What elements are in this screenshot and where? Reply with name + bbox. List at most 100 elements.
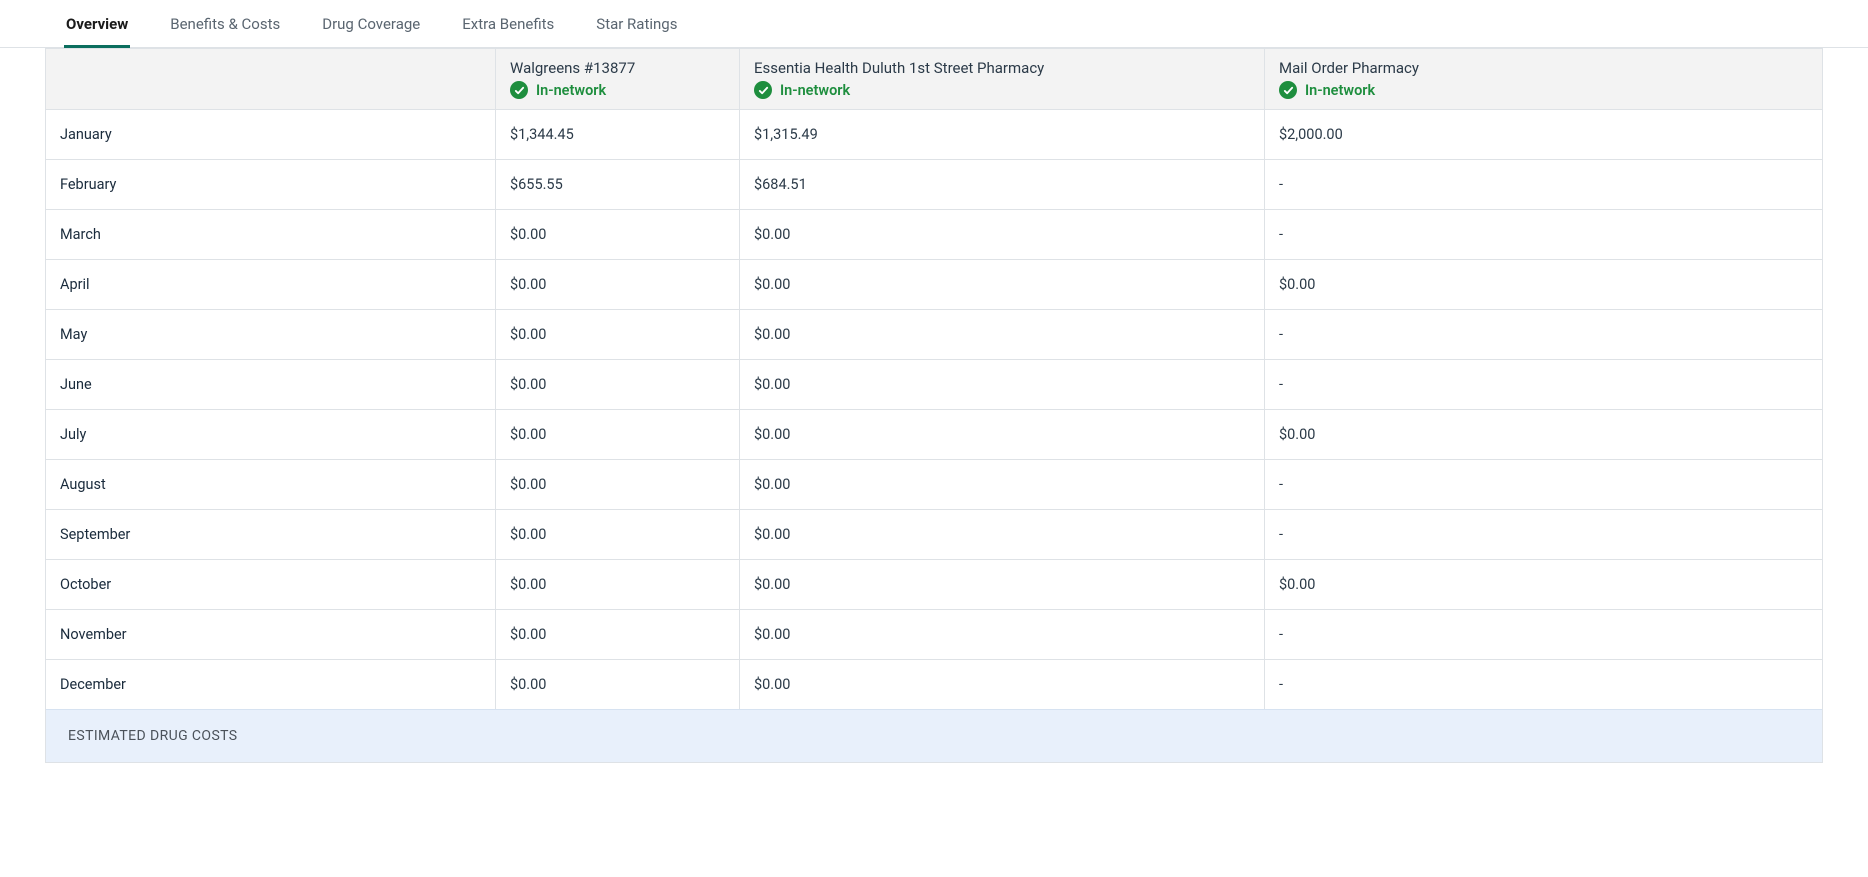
month-cell: September — [46, 510, 496, 559]
cost-value: $0.00 — [754, 676, 790, 693]
cost-cell: $0.00 — [740, 610, 1265, 659]
cost-cell: $0.00 — [740, 460, 1265, 509]
cost-cell: $0.00 — [496, 210, 740, 259]
cost-value: $0.00 — [754, 576, 790, 593]
month-cell: June — [46, 360, 496, 409]
pharmacy-name: Walgreens #13877 — [510, 59, 635, 77]
cost-value: $0.00 — [510, 676, 546, 693]
table-row: November $0.00 $0.00 - — [46, 609, 1822, 659]
cost-value: $0.00 — [510, 476, 546, 493]
cost-table: Walgreens #13877 In-network Essentia Hea… — [45, 48, 1823, 763]
cost-value: - — [1279, 226, 1283, 243]
month-label: January — [60, 126, 112, 143]
month-label: August — [60, 476, 106, 493]
cost-value: $1,344.45 — [510, 126, 574, 143]
cost-cell: $0.00 — [740, 410, 1265, 459]
tab-extra-benefits[interactable]: Extra Benefits — [460, 0, 556, 47]
cost-value: $0.00 — [754, 626, 790, 643]
tab-label: Drug Coverage — [322, 15, 420, 33]
pharmacy-name: Mail Order Pharmacy — [1279, 59, 1419, 77]
month-cell: August — [46, 460, 496, 509]
header-pharmacy-2: Essentia Health Duluth 1st Street Pharma… — [740, 49, 1265, 109]
tab-overview[interactable]: Overview — [64, 0, 130, 47]
cost-cell: $0.00 — [740, 260, 1265, 309]
month-cell: January — [46, 110, 496, 159]
cost-cell: - — [1265, 360, 1822, 409]
tab-label: Extra Benefits — [462, 15, 554, 33]
cost-value: $0.00 — [510, 526, 546, 543]
cost-value: - — [1279, 476, 1283, 493]
month-label: September — [60, 526, 130, 543]
cost-cell: $0.00 — [740, 360, 1265, 409]
cost-cell: $2,000.00 — [1265, 110, 1822, 159]
table-row: August$0.00$0.00- — [46, 459, 1822, 509]
tab-benefits-costs[interactable]: Benefits & Costs — [168, 0, 282, 47]
cost-value: $0.00 — [1279, 276, 1315, 293]
month-cell: October — [46, 560, 496, 609]
network-status: In-network — [780, 82, 850, 99]
header-pharmacy-1: Walgreens #13877 In-network — [496, 49, 740, 109]
cost-cell: $1,344.45 — [496, 110, 740, 159]
cost-value: $2,000.00 — [1279, 126, 1343, 143]
month-cell: July — [46, 410, 496, 459]
cost-cell: $655.55 — [496, 160, 740, 209]
cost-cell: $0.00 — [496, 460, 740, 509]
cost-cell: - — [1265, 160, 1822, 209]
cost-cell: $0.00 — [740, 310, 1265, 359]
cost-cell: - — [1265, 460, 1822, 509]
cost-cell: $0.00 — [496, 260, 740, 309]
cost-value: $0.00 — [510, 376, 546, 393]
cost-cell: $0.00 — [496, 610, 740, 659]
tabs-bar: Overview Benefits & Costs Drug Coverage Ext… — [0, 0, 1868, 48]
cost-value: $0.00 — [754, 326, 790, 343]
cost-cell: $1,315.49 — [740, 110, 1265, 159]
cost-value: $0.00 — [754, 276, 790, 293]
network-status: In-network — [1305, 82, 1375, 99]
month-label: October — [60, 576, 111, 593]
table-header-row: Walgreens #13877 In-network Essentia Hea… — [46, 48, 1822, 109]
tab-star-ratings[interactable]: Star Ratings — [594, 0, 679, 47]
header-pharmacy-3: Mail Order Pharmacy In-network — [1265, 49, 1822, 109]
cost-cell: $0.00 — [496, 310, 740, 359]
month-cell: November — [46, 610, 496, 659]
cost-value: $0.00 — [510, 276, 546, 293]
cost-value: $0.00 — [510, 426, 546, 443]
table-row: February$655.55$684.51- — [46, 159, 1822, 209]
pharmacy-name: Essentia Health Duluth 1st Street Pharma… — [754, 59, 1044, 77]
cost-value: $1,315.49 — [754, 126, 818, 143]
cost-value: $0.00 — [754, 376, 790, 393]
tab-drug-coverage[interactable]: Drug Coverage — [320, 0, 422, 47]
cost-value: - — [1279, 626, 1283, 643]
table-row: March$0.00$0.00- — [46, 209, 1822, 259]
month-label: December — [60, 676, 126, 693]
cost-value: $0.00 — [510, 326, 546, 343]
cost-cell: $684.51 — [740, 160, 1265, 209]
section-header-label: ESTIMATED DRUG COSTS — [68, 728, 238, 744]
month-label: April — [60, 276, 90, 293]
check-circle-icon — [1279, 81, 1297, 99]
month-label: May — [60, 326, 87, 343]
table-row: July $0.00 $0.00 $0.00 — [46, 409, 1822, 459]
check-circle-icon — [754, 81, 772, 99]
cost-cell: $0.00 — [496, 410, 740, 459]
month-cell: May — [46, 310, 496, 359]
cost-cell: - — [1265, 610, 1822, 659]
table-section-header: ESTIMATED DRUG COSTS — [46, 709, 1822, 762]
cost-value: $0.00 — [1279, 426, 1315, 443]
cost-cell: $0.00 — [496, 510, 740, 559]
month-label: June — [60, 376, 92, 393]
month-cell: December — [46, 660, 496, 709]
cost-value: $655.55 — [510, 176, 563, 193]
check-circle-icon — [510, 81, 528, 99]
cost-cell: $0.00 — [1265, 410, 1822, 459]
tab-label: Benefits & Costs — [170, 15, 280, 33]
cost-value: - — [1279, 526, 1283, 543]
month-label: November — [60, 626, 127, 643]
cost-value: $0.00 — [754, 226, 790, 243]
cost-cell: $0.00 — [496, 560, 740, 609]
table-row: December$0.00$0.00- — [46, 659, 1822, 709]
cost-value: - — [1279, 176, 1283, 193]
table-row: April $0.00 $0.00 $0.00 — [46, 259, 1822, 309]
cost-cell: $0.00 — [1265, 560, 1822, 609]
cost-value: $0.00 — [510, 226, 546, 243]
